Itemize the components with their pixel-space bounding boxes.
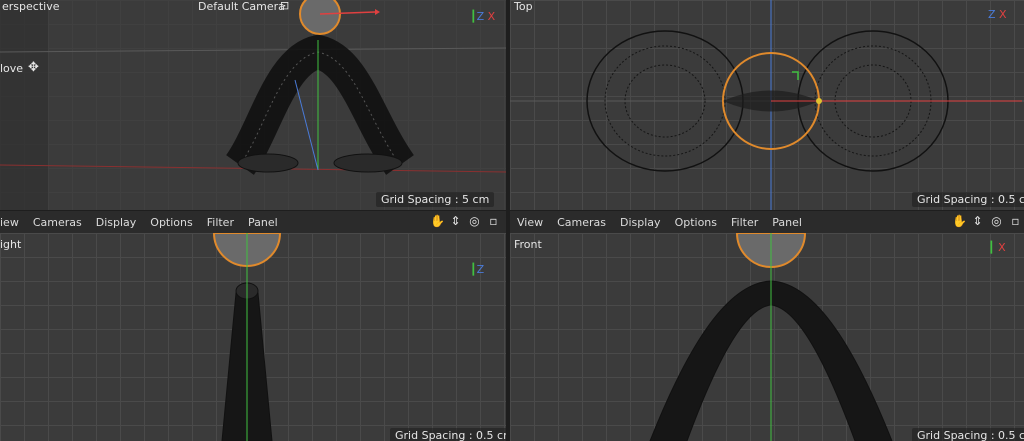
y-axis-icon: ┃ (988, 241, 995, 254)
z-axis-icon: Z (476, 263, 485, 276)
move-icon[interactable]: ✥ (28, 60, 39, 75)
top-scene (510, 0, 1024, 210)
orbit-icon[interactable]: ◎ (468, 215, 481, 228)
y-axis-icon: ┃ (470, 263, 477, 276)
maximize-icon[interactable]: ▫ (1009, 215, 1022, 228)
menu-display[interactable]: Display (613, 216, 668, 229)
menu-options[interactable]: Options (668, 216, 724, 229)
pan-hand-icon[interactable]: ✋ (430, 215, 445, 228)
axis-gizmo-front: ┃ X (988, 241, 1006, 254)
axis-gizmo-right: ┃Z (470, 263, 484, 276)
viewport-title: Top (514, 0, 533, 13)
viewport-title: Front (514, 238, 542, 251)
menu-options[interactable]: Options (143, 216, 199, 229)
viewport-top[interactable]: Top Z X Grid Spacing : 0.5 cm (510, 0, 1024, 210)
grid-spacing-right: Grid Spacing : 0.5 cm (390, 428, 506, 441)
menu-view[interactable]: iew (0, 216, 26, 229)
y-axis-icon: ┃ (470, 10, 477, 23)
viewport-tools-right: ✋ ⇕ ◎ ▫ (952, 215, 1022, 228)
viewport-title: ight (0, 238, 22, 251)
right-scene (212, 233, 282, 441)
camera-label[interactable]: Default Camera (198, 0, 285, 13)
x-axis-icon: X (484, 10, 496, 23)
dolly-arrows-icon[interactable]: ⇕ (971, 215, 984, 228)
viewport-perspective[interactable]: erspective Default Camera ⊡ love ✥ ┃Z X … (0, 0, 506, 210)
orbit-icon[interactable]: ◎ (990, 215, 1003, 228)
pan-hand-icon[interactable]: ✋ (952, 215, 967, 228)
menu-view[interactable]: View (510, 216, 550, 229)
maximize-icon[interactable]: ▫ (487, 215, 500, 228)
axis-gizmo-top: Z X (988, 8, 1007, 21)
menu-cameras[interactable]: Cameras (26, 216, 89, 229)
viewport-front[interactable]: Front ┃ X Grid Spacing : 0.5 cm (510, 233, 1024, 441)
menu-panel[interactable]: Panel (241, 216, 285, 229)
grid-spacing-top: Grid Spacing : 0.5 cm (912, 192, 1024, 207)
camera-lock-icon[interactable]: ⊡ (280, 0, 289, 12)
menu-display[interactable]: Display (89, 216, 144, 229)
grid-spacing-perspective: Grid Spacing : 5 cm (376, 192, 495, 207)
grid-spacing-front: Grid Spacing : 0.5 cm (912, 428, 1024, 441)
x-axis-icon: X (995, 8, 1007, 21)
viewport-title: erspective (2, 0, 60, 13)
menu-filter[interactable]: Filter (724, 216, 765, 229)
menu-cameras[interactable]: Cameras (550, 216, 613, 229)
perspective-scene (0, 0, 506, 210)
viewport-tools-left: ✋ ⇕ ◎ ▫ (430, 215, 500, 228)
axis-gizmo-perspective: ┃Z X (470, 10, 495, 23)
front-scene (649, 233, 893, 441)
menubar-front-view: View Cameras Display Options Filter Pane… (510, 211, 1024, 233)
z-axis-icon: Z (988, 8, 996, 21)
menu-filter[interactable]: Filter (200, 216, 241, 229)
x-axis-icon: X (994, 241, 1006, 254)
viewport-right[interactable]: ight ┃Z Grid Spacing : 0.5 cm (0, 233, 506, 441)
menu-panel[interactable]: Panel (765, 216, 809, 229)
dolly-arrows-icon[interactable]: ⇕ (449, 215, 462, 228)
tool-label: love (0, 62, 24, 75)
